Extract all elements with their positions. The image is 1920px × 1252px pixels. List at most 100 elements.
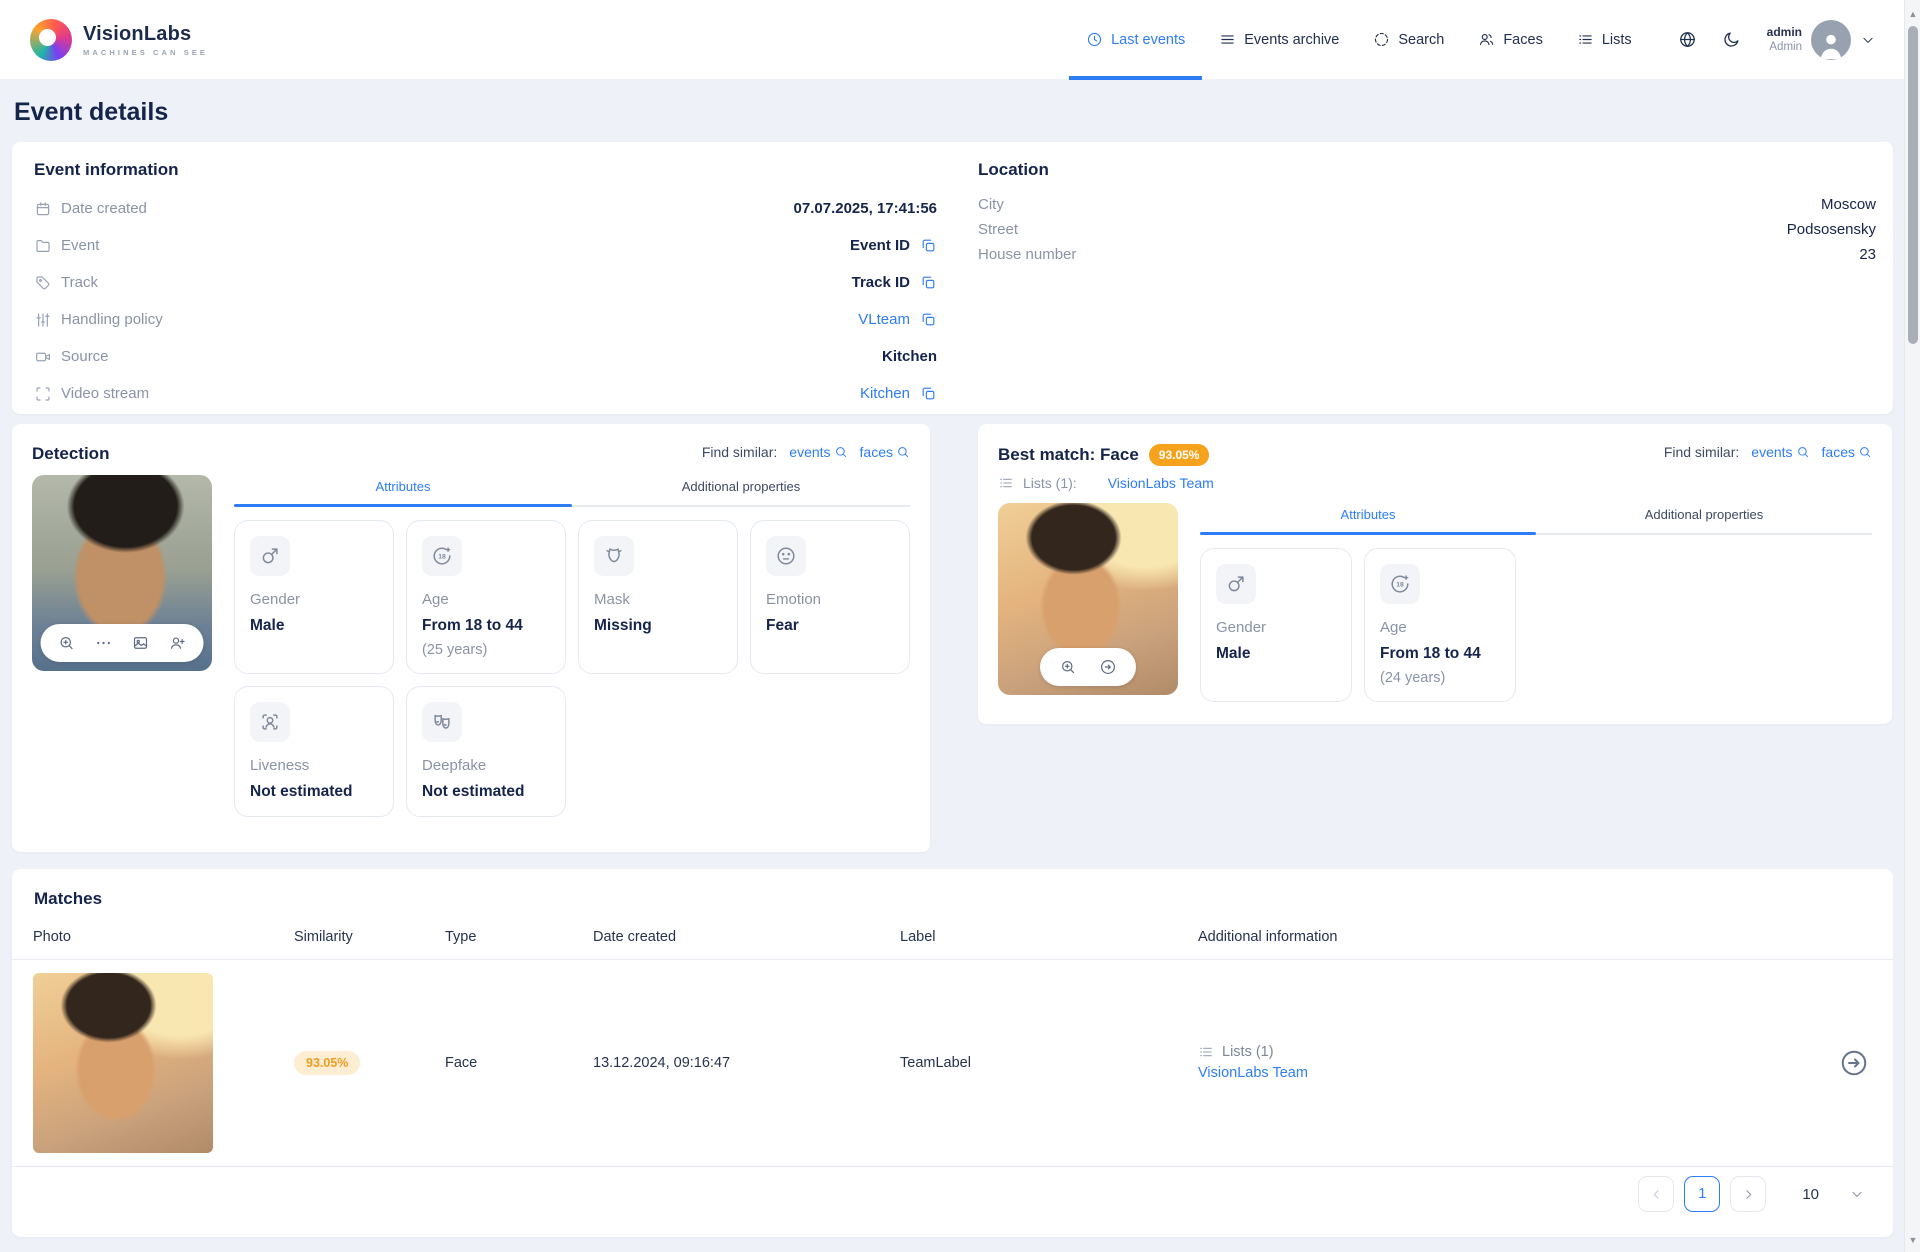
reticle-icon	[1375, 32, 1389, 47]
col-label: Label	[900, 929, 936, 945]
attribute-value: Male	[1216, 645, 1251, 662]
match-lists-count: Lists (1)	[1198, 1044, 1773, 1060]
calendar-icon	[36, 201, 50, 215]
attribute-card-gender: Gender Male	[234, 520, 394, 674]
age-18plus-icon: 18	[422, 536, 462, 576]
deepfake-masks-icon	[422, 702, 462, 742]
scrollbar-thumb[interactable]	[1908, 26, 1918, 344]
handling-policy-link[interactable]: VLteam	[858, 311, 910, 328]
user-menu[interactable]: admin Admin	[1767, 19, 1876, 60]
find-similar-events-link[interactable]: events	[1751, 444, 1809, 460]
zoom-in-icon[interactable]	[1059, 658, 1077, 676]
attribute-label: Gender	[1216, 619, 1267, 636]
detection-photo[interactable]	[32, 475, 212, 671]
next-page-button[interactable]	[1730, 1176, 1767, 1212]
nav-tab-faces[interactable]: Faces	[1461, 0, 1560, 80]
liveness-scan-icon	[250, 702, 290, 742]
attribute-value: From 18 to 44	[422, 617, 523, 634]
attribute-value: Male	[250, 617, 285, 634]
brand-name: VisionLabs	[83, 22, 192, 45]
page-size-select[interactable]: 10	[1802, 1186, 1865, 1203]
language-globe-button[interactable]	[1671, 23, 1705, 57]
find-similar-faces-link[interactable]: faces	[860, 444, 910, 460]
attribute-card-mask: Mask Missing	[578, 520, 738, 674]
col-type: Type	[445, 929, 477, 945]
row-source: Source Kitchen	[34, 344, 937, 369]
person-add-icon[interactable]	[169, 634, 187, 652]
copy-icon	[922, 239, 935, 252]
image-icon[interactable]	[132, 634, 150, 652]
theme-toggle-button[interactable]	[1715, 23, 1749, 57]
search-icon	[835, 447, 846, 458]
col-additional-information: Additional information	[1198, 929, 1338, 945]
nav-tab-label: Events archive	[1244, 31, 1340, 48]
nav-tab-search[interactable]: Search	[1356, 0, 1461, 80]
gender-male-icon	[250, 536, 290, 576]
brand-tagline: MACHINES CAN SEE	[83, 47, 209, 57]
row-track: Track Track ID	[34, 270, 937, 295]
attribute-label: Gender	[250, 591, 301, 608]
list-icon	[1221, 35, 1234, 44]
track-id-value: Track ID	[851, 274, 910, 291]
tab-attributes[interactable]: Attributes	[1200, 503, 1536, 535]
arrow-right-circle-icon[interactable]	[1099, 658, 1117, 676]
row-house-number: House number 23	[978, 244, 1876, 264]
video-camera-icon	[36, 352, 50, 361]
tab-additional-properties[interactable]: Additional properties	[572, 475, 910, 505]
scroll-down-arrow[interactable]: ▼	[1905, 1232, 1920, 1248]
open-match-button[interactable]	[1839, 1048, 1869, 1078]
best-match-tabs: Attributes Additional properties	[1200, 503, 1872, 535]
attribute-card-emotion: Emotion Fear	[750, 520, 910, 674]
copy-video-stream-button[interactable]	[920, 385, 937, 402]
row-street: Street Podsosensky	[978, 219, 1876, 239]
copy-track-id-button[interactable]	[920, 274, 937, 291]
find-similar-events-link[interactable]: events	[789, 444, 847, 460]
scan-frame-icon	[36, 386, 50, 401]
person-icon	[1820, 34, 1842, 59]
attribute-card-deepfake: Deepfake Not estimated	[406, 686, 566, 817]
attribute-label: Liveness	[250, 757, 310, 774]
detection-find-similar: Find similar: events faces	[702, 444, 910, 460]
tab-additional-properties[interactable]: Additional properties	[1536, 503, 1872, 533]
globe-icon	[1680, 32, 1696, 47]
window-scrollbar[interactable]: ▲ ▼	[1904, 0, 1920, 1252]
attribute-label: Age	[1380, 619, 1407, 636]
lists-team-link[interactable]: VisionLabs Team	[1108, 475, 1214, 491]
chevron-right-icon	[1746, 1189, 1751, 1199]
match-list-link[interactable]: VisionLabs Team	[1198, 1065, 1308, 1081]
event-information-card: Event information Date created 07.07.202…	[12, 142, 1893, 414]
copy-event-id-button[interactable]	[920, 237, 937, 254]
visionlabs-logo[interactable]: VisionLabs MACHINES CAN SEE	[30, 18, 209, 61]
row-city: City Moscow	[978, 194, 1876, 214]
page-1-button[interactable]: 1	[1684, 1176, 1721, 1212]
nav-tab-last-events[interactable]: Last events	[1069, 0, 1203, 80]
pagination: 1 10	[12, 1167, 1893, 1221]
zoom-in-icon[interactable]	[58, 634, 76, 652]
house-number-value: 23	[1859, 245, 1876, 263]
prev-page-button[interactable]	[1638, 1176, 1675, 1212]
nav-tab-lists[interactable]: Lists	[1560, 0, 1649, 80]
best-match-photo[interactable]	[998, 503, 1178, 695]
more-options-icon[interactable]	[95, 634, 113, 652]
street-value: Podsosensky	[1786, 220, 1876, 238]
matches-title: Matches	[34, 889, 103, 908]
match-photo[interactable]	[33, 973, 213, 1153]
arrow-right-circle-icon	[1841, 1050, 1867, 1076]
copy-handling-policy-button[interactable]	[920, 311, 937, 328]
find-similar-faces-link[interactable]: faces	[1822, 444, 1872, 460]
row-label: Handling policy	[61, 311, 163, 328]
detection-photo-toolbar	[40, 624, 204, 662]
copy-icon	[922, 313, 935, 326]
page-title: Event details	[14, 98, 169, 126]
tag-icon	[36, 275, 50, 289]
tab-attributes[interactable]: Attributes	[234, 475, 572, 507]
best-match-title: Best match: Face	[998, 445, 1139, 464]
row-event: Event Event ID	[34, 233, 937, 258]
nav-tab-events-archive[interactable]: Events archive	[1202, 0, 1356, 80]
match-table-row: 93.05% Face 13.12.2024, 09:16:47 TeamLab…	[12, 960, 1893, 1167]
video-stream-link[interactable]: Kitchen	[860, 385, 910, 402]
lists-icon	[1200, 1047, 1212, 1057]
scroll-up-arrow[interactable]: ▲	[1905, 6, 1920, 22]
nav-tab-label: Faces	[1503, 31, 1543, 48]
detection-tabs: Attributes Additional properties	[234, 475, 910, 507]
